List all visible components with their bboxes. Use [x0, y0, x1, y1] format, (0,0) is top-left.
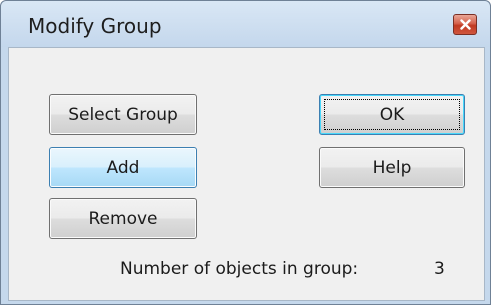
focus-ring	[324, 99, 460, 130]
object-count-value: 3	[434, 259, 445, 279]
close-button[interactable]	[453, 14, 477, 35]
title-bar[interactable]: Modify Group	[1, 1, 490, 47]
ok-button[interactable]: OK	[319, 94, 465, 135]
remove-button[interactable]: Remove	[49, 198, 197, 239]
add-button[interactable]: Add	[49, 147, 197, 188]
object-count-label: Number of objects in group:	[120, 259, 359, 279]
select-group-button[interactable]: Select Group	[49, 94, 197, 135]
modify-group-dialog: Modify Group Select Group Add Remove OK …	[0, 0, 491, 305]
dialog-title: Modify Group	[28, 14, 162, 38]
help-button[interactable]: Help	[319, 147, 465, 188]
close-icon	[460, 19, 471, 30]
